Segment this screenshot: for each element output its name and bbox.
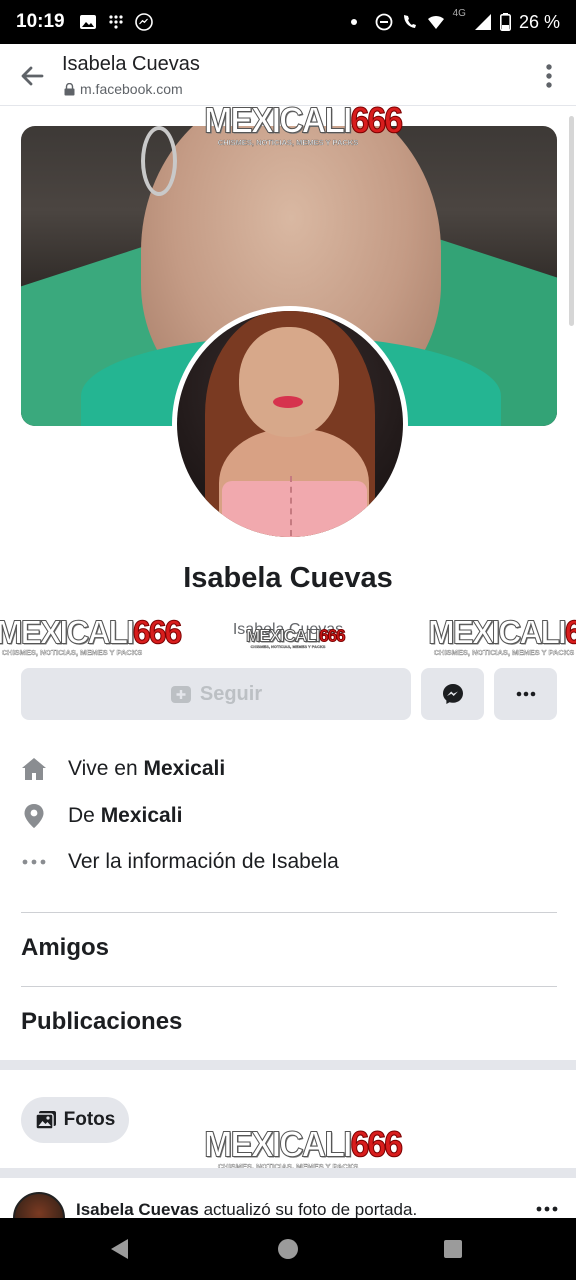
watermark-logo: MEXICALI666 CHISMES, NOTICIAS, MEMES Y P… bbox=[203, 1125, 403, 1171]
browser-bar: Isabela Cuevas m.facebook.com bbox=[0, 44, 576, 106]
divider bbox=[21, 912, 557, 913]
watermark-logo: MEXICALI666 CHISMES, NOTICIAS, MEMES Y P… bbox=[203, 101, 403, 147]
more-horiz-icon bbox=[516, 691, 535, 697]
signal-icon bbox=[474, 14, 491, 30]
profile-actions: Seguir bbox=[21, 668, 557, 720]
from-city: Mexicali bbox=[100, 804, 183, 827]
dialpad-icon bbox=[109, 15, 123, 29]
home-icon bbox=[22, 758, 46, 780]
watermark-brand: MEXICALI bbox=[245, 625, 320, 646]
page-title: Isabela Cuevas bbox=[62, 53, 200, 75]
photos-button[interactable]: Fotos bbox=[21, 1097, 129, 1143]
info-see-more[interactable]: Ver la información de Isabela bbox=[21, 847, 339, 877]
lives-city: Mexicali bbox=[143, 757, 226, 780]
more-options-button[interactable] bbox=[494, 668, 557, 720]
watermark-brand: MEXICALI bbox=[0, 613, 135, 651]
lock-icon bbox=[64, 82, 75, 95]
watermark-number: 666 bbox=[564, 616, 576, 651]
photos-icon bbox=[34, 1111, 56, 1130]
follow-icon bbox=[170, 686, 191, 703]
post-header: Isabela Cuevas actualizó su foto de port… bbox=[0, 1180, 576, 1218]
status-bar: 10:19 4G 26 % bbox=[0, 0, 576, 44]
url-text: m.facebook.com bbox=[80, 81, 183, 97]
network-label: 4G bbox=[452, 7, 466, 19]
info-lives-in: Vive en Mexicali bbox=[21, 754, 225, 784]
see-info-link[interactable]: Ver la información de Isabela bbox=[68, 850, 339, 874]
system-nav-bar bbox=[0, 1218, 576, 1280]
divider bbox=[21, 986, 557, 987]
watermark-number: 666 bbox=[319, 625, 346, 646]
post-title: Isabela Cuevas actualizó su foto de port… bbox=[76, 1200, 417, 1218]
watermark-brand: MEXICALI bbox=[203, 101, 352, 141]
section-separator bbox=[0, 1060, 576, 1070]
watermark-brand: MEXICALI bbox=[428, 616, 567, 651]
messenger-icon bbox=[134, 13, 153, 31]
watermark-number: 666 bbox=[350, 101, 404, 141]
post-author[interactable]: Isabela Cuevas bbox=[76, 1200, 199, 1218]
avatar-detail bbox=[273, 396, 303, 408]
profile-name: Isabela Cuevas bbox=[183, 562, 393, 594]
messenger-icon bbox=[442, 684, 463, 704]
photos-label: Fotos bbox=[63, 1109, 116, 1130]
profile-avatar[interactable] bbox=[172, 306, 408, 542]
watermark-logo: MEXICALI666 CHISMES, NOTICIAS, MEMES Y P… bbox=[245, 625, 346, 649]
image-icon bbox=[79, 15, 96, 29]
from-prefix: De bbox=[68, 804, 101, 827]
nav-recents-icon[interactable] bbox=[444, 1240, 462, 1258]
dnd-icon bbox=[375, 13, 393, 31]
battery-icon bbox=[499, 13, 511, 31]
watermark-logo: MEXICALI666 CHISMES, NOTICIAS, MEMES Y P… bbox=[0, 613, 183, 657]
section-posts: Publicaciones bbox=[21, 1008, 183, 1035]
watermark-number: 666 bbox=[350, 1125, 404, 1165]
location-pin-icon bbox=[24, 804, 44, 828]
more-vert-icon[interactable] bbox=[544, 63, 554, 89]
dot-icon bbox=[350, 19, 357, 25]
info-from: De Mexicali bbox=[21, 801, 182, 831]
lives-prefix: Vive en bbox=[68, 757, 144, 780]
watermark-number: 666 bbox=[132, 613, 182, 651]
more-horiz-icon[interactable] bbox=[536, 1206, 558, 1212]
scrollbar[interactable] bbox=[569, 116, 574, 326]
section-friends[interactable]: Amigos bbox=[21, 934, 109, 962]
volte-call-icon bbox=[403, 15, 416, 28]
follow-button[interactable]: Seguir bbox=[21, 668, 411, 720]
post-author-avatar[interactable] bbox=[13, 1192, 65, 1218]
section-separator bbox=[0, 1168, 576, 1178]
cover-detail bbox=[141, 126, 177, 196]
wifi-icon bbox=[427, 15, 444, 29]
watermark-brand: MEXICALI bbox=[203, 1125, 352, 1165]
post-action: actualizó su foto de portada. bbox=[198, 1200, 418, 1218]
battery-percent: 26 % bbox=[518, 11, 560, 32]
message-button[interactable] bbox=[421, 668, 484, 720]
avatar-detail bbox=[290, 476, 296, 536]
avatar-detail bbox=[239, 327, 339, 437]
nav-back-icon[interactable] bbox=[108, 1237, 130, 1261]
follow-label: Seguir bbox=[199, 682, 263, 705]
status-time: 10:19 bbox=[16, 11, 65, 32]
nav-home-icon[interactable] bbox=[278, 1239, 298, 1259]
watermark-logo: MEXICALI666 CHISMES, NOTICIAS, MEMES Y P… bbox=[428, 616, 576, 657]
url-bar[interactable]: m.facebook.com bbox=[64, 81, 183, 97]
more-horiz-icon bbox=[22, 859, 46, 865]
watermark-tagline: CHISMES, NOTICIAS, MEMES Y PACKS bbox=[250, 644, 326, 649]
back-arrow-icon[interactable] bbox=[18, 62, 46, 90]
